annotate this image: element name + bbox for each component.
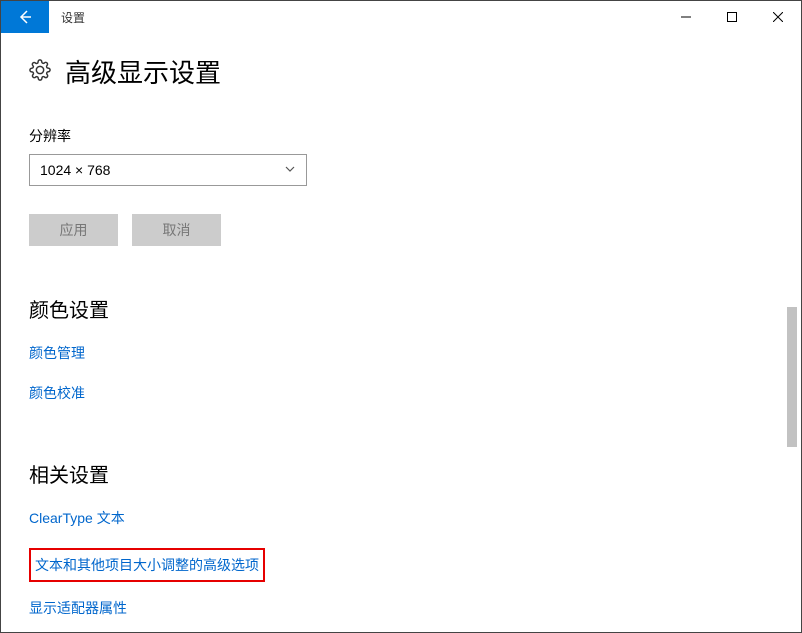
color-management-link[interactable]: 颜色管理 — [29, 343, 85, 363]
display-adapter-link[interactable]: 显示适配器属性 — [29, 598, 127, 618]
vertical-scrollbar[interactable] — [784, 87, 800, 631]
content-area: 高级显示设置 分辨率 1024 × 768 应用 取消 颜色设置 颜色管理 颜色… — [1, 33, 801, 632]
button-row: 应用 取消 — [29, 214, 773, 246]
scrollbar-thumb[interactable] — [787, 307, 797, 447]
apply-button[interactable]: 应用 — [29, 214, 118, 246]
page-title: 高级显示设置 — [65, 53, 221, 90]
minimize-icon — [681, 12, 691, 22]
maximize-button[interactable] — [709, 1, 755, 33]
window-title: 设置 — [61, 9, 663, 26]
gear-icon — [29, 59, 51, 84]
chevron-down-icon — [284, 162, 296, 178]
color-calibration-link[interactable]: 颜色校准 — [29, 383, 85, 403]
page-header: 高级显示设置 — [29, 53, 773, 90]
resolution-value: 1024 × 768 — [40, 162, 110, 178]
titlebar: 设置 — [1, 1, 801, 33]
related-settings-title: 相关设置 — [29, 459, 773, 488]
close-button[interactable] — [755, 1, 801, 33]
resolution-select[interactable]: 1024 × 768 — [29, 154, 307, 186]
maximize-icon — [727, 12, 737, 22]
resolution-label: 分辨率 — [29, 126, 773, 146]
color-settings-title: 颜色设置 — [29, 294, 773, 323]
cleartype-link[interactable]: ClearType 文本 — [29, 508, 125, 528]
cancel-button[interactable]: 取消 — [132, 214, 221, 246]
window-controls — [663, 1, 801, 33]
close-icon — [773, 12, 783, 22]
advanced-text-sizing-link[interactable]: 文本和其他项目大小调整的高级选项 — [35, 555, 259, 575]
arrow-left-icon — [17, 9, 33, 25]
minimize-button[interactable] — [663, 1, 709, 33]
back-button[interactable] — [1, 1, 49, 33]
highlighted-link-box: 文本和其他项目大小调整的高级选项 — [29, 548, 265, 582]
